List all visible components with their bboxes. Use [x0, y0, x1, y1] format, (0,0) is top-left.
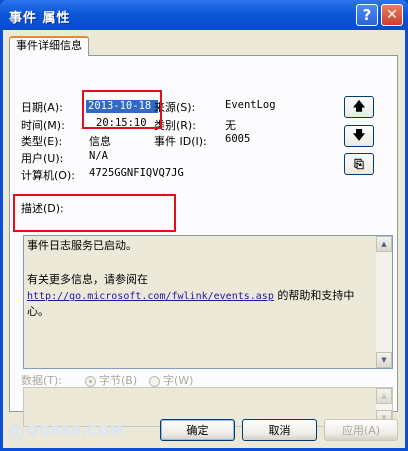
ok-button[interactable]: 确定	[160, 419, 235, 441]
description-more-info: 有关更多信息，请参阅在	[27, 273, 148, 286]
user-value: N/A	[89, 150, 108, 162]
source-value: EventLog	[225, 99, 276, 111]
previous-event-button[interactable]: 🡅	[344, 96, 374, 118]
radio-bytes-label: 字节(B)	[99, 374, 138, 387]
cancel-button[interactable]: 取消	[242, 419, 317, 441]
watermark: @ QQ880.COM	[8, 424, 124, 441]
data-label: 数据(T):	[21, 374, 63, 387]
window-title: 事件 属性	[9, 11, 71, 26]
category-label: 类别(R):	[154, 119, 196, 132]
watermark-logo: @	[8, 425, 24, 441]
apply-button[interactable]: 应用(A)	[324, 419, 398, 441]
event-id-label: 事件 ID(I):	[154, 135, 207, 148]
dialog-client-area: 事件详细信息 日期(A): 2013-10-18 时间(M): 20:15:10…	[3, 30, 405, 448]
help-link[interactable]: http://go.microsoft.com/fwlink/events.as…	[27, 291, 274, 302]
help-icon: ?	[362, 6, 372, 24]
close-button[interactable]: ✕	[381, 4, 403, 26]
event-properties-window: 事件 属性 ? ✕ 事件详细信息 日期(A): 2013-10-18 时间(M)…	[0, 0, 408, 451]
title-bar[interactable]: 事件 属性 ? ✕	[0, 0, 408, 30]
description-link-suffix: 的帮助和支持中	[273, 289, 355, 302]
data-scroll-up-icon[interactable]: ▲	[376, 388, 392, 404]
event-id-value: 6005	[225, 133, 251, 145]
copy-event-button[interactable]: ⎘	[344, 153, 374, 175]
next-event-button[interactable]: 🡇	[344, 125, 374, 147]
date-label: 日期(A):	[21, 101, 63, 114]
type-label: 类型(E):	[21, 135, 63, 148]
computer-label: 计算机(O):	[21, 169, 75, 182]
tab-event-details[interactable]: 事件详细信息	[9, 36, 89, 56]
description-line-end: 心。	[27, 305, 49, 318]
copy-icon: ⎘	[354, 156, 364, 171]
source-label: 来源(S):	[154, 101, 196, 114]
tab-panel: 日期(A): 2013-10-18 时间(M): 20:15:10 类型(E):…	[9, 55, 398, 427]
arrow-up-icon: 🡅	[352, 98, 366, 113]
description-link-line: http://go.microsoft.com/fwlink/events.as…	[27, 287, 354, 303]
date-value: 2013-10-18	[88, 100, 152, 112]
help-button[interactable]: ?	[356, 4, 378, 26]
radio-bytes-icon	[85, 375, 96, 387]
arrow-down-icon: 🡇	[352, 127, 366, 142]
radio-words[interactable]: 字(W)	[149, 372, 193, 388]
user-label: 用户(U):	[21, 152, 64, 165]
description-text: 事件日志服务已启动。	[27, 239, 137, 252]
type-value: 信息	[89, 135, 111, 148]
scroll-down-icon[interactable]: ▼	[376, 352, 392, 368]
watermark-text: QQ880.COM	[27, 424, 124, 439]
time-value[interactable]: 20:15:10	[96, 117, 147, 129]
radio-words-label: 字(W)	[163, 374, 194, 387]
radio-words-icon	[149, 375, 160, 387]
scroll-up-icon[interactable]: ▲	[376, 236, 392, 252]
close-icon: ✕	[386, 7, 398, 23]
description-label: 描述(D):	[21, 202, 64, 215]
description-scrollbar[interactable]: ▲ ▼	[376, 236, 392, 368]
radio-bytes[interactable]: 字节(B)	[85, 372, 137, 388]
category-value: 无	[225, 119, 236, 132]
computer-value: 4725GGNFIQVQ7JG	[89, 167, 184, 179]
time-label: 时间(M):	[21, 119, 65, 132]
description-box[interactable]: 事件日志服务已启动。 有关更多信息，请参阅在 http://go.microso…	[23, 235, 393, 369]
date-value-box[interactable]: 2013-10-18	[86, 100, 158, 113]
